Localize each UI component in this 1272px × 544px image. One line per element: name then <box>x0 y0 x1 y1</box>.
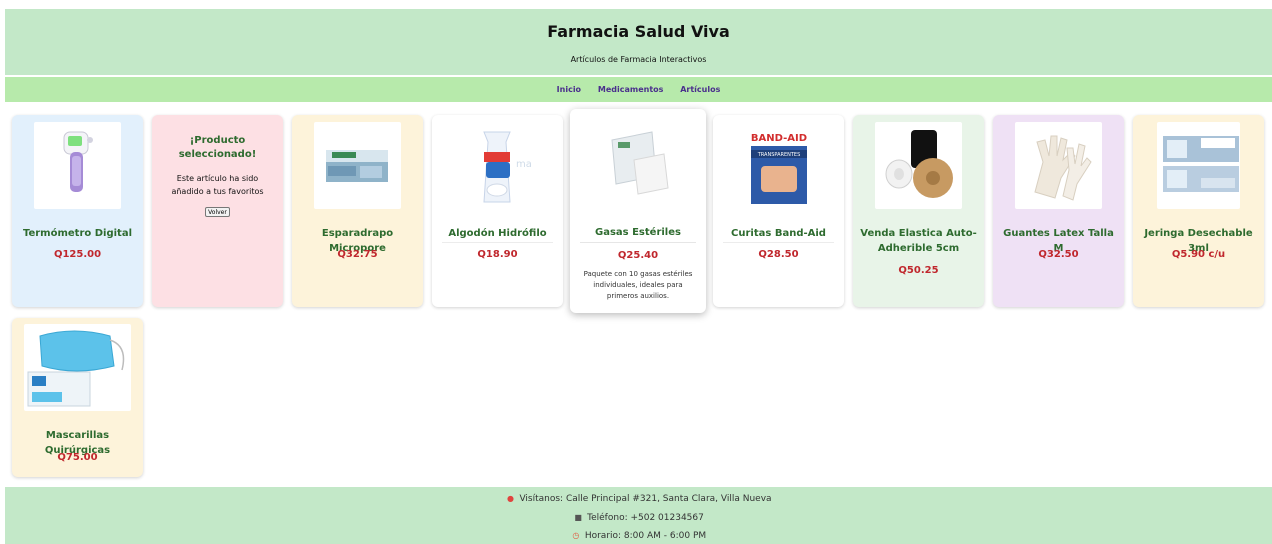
brand-text: BAND-AID <box>751 133 807 144</box>
selected-message-body: Este artículo ha sido añadido a tus favo… <box>171 174 264 196</box>
svg-text:ma: ma <box>516 159 532 170</box>
site-subtitle: Artículos de Farmacia Interactivos <box>570 55 707 64</box>
gauze-image <box>594 118 681 205</box>
phone-icon: ■ <box>574 513 582 522</box>
site-title: Farmacia Salud Viva <box>547 22 730 41</box>
selected-message-title: ¡Producto seleccionado! <box>178 135 257 160</box>
product-price: Q75.00 <box>57 452 98 463</box>
brand-sub-text: TRANSPARENTES <box>757 152 801 158</box>
surgical-masks-image <box>24 324 131 411</box>
product-price: Q32.50 <box>1038 249 1079 260</box>
pin-icon: ● <box>506 494 514 503</box>
footer-hours: ◷ Horario: 8:00 AM - 6:00 PM <box>5 530 1272 542</box>
footer-address: ● Visítanos: Calle Principal #321, Santa … <box>5 493 1272 505</box>
product-price: Q32.75 <box>337 249 378 260</box>
product-card[interactable]: Guantes Latex Talla M Q32.50 <box>993 115 1124 307</box>
footer-address-text: Visítanos: Calle Principal #321, Santa C… <box>519 494 772 504</box>
clock-icon: ◷ <box>572 531 580 540</box>
product-description: Paquete con 10 gasas estériles individua… <box>583 270 693 300</box>
bandaid-box-image: BAND-AID TRANSPARENTES <box>735 122 822 209</box>
footer-phone: ■ Teléfono: +502 01234567 <box>5 512 1272 524</box>
product-name: Algodón Hidrófilo <box>448 228 547 239</box>
product-card[interactable]: Esparadrapo Micropore Q32.75 <box>292 115 423 307</box>
site-header: Farmacia Salud Viva Artículos de Farmaci… <box>5 9 1272 75</box>
nav-item-articulos[interactable]: Artículos <box>680 77 720 102</box>
main-nav: Inicio Medicamentos Artículos <box>5 77 1272 102</box>
product-price: Q125.00 <box>53 249 102 260</box>
site-footer: ● Visítanos: Calle Principal #321, Santa … <box>5 487 1272 544</box>
elastic-bandage-image <box>875 122 962 209</box>
divider <box>723 242 834 243</box>
product-price: Q28.50 <box>758 249 799 260</box>
product-card[interactable]: ma Algodón Hidrófilo Q18.90 <box>432 115 563 307</box>
product-card[interactable]: BAND-AID TRANSPARENTES Curitas Band-Aid … <box>713 115 844 307</box>
footer-phone-text: Teléfono: +502 01234567 <box>587 513 704 523</box>
divider <box>580 242 696 243</box>
product-name: Curitas Band-Aid <box>731 228 826 239</box>
product-card[interactable]: Termómetro Digital Q125.00 <box>12 115 143 307</box>
product-price: Q50.25 <box>898 265 939 276</box>
nav-item-medicamentos[interactable]: Medicamentos <box>598 77 664 102</box>
expanded-product-card[interactable]: Gasas Estériles Q25.40 Paquete con 10 ga… <box>570 109 706 313</box>
product-name: Venda Elastica Auto-Adherible 5cm <box>860 228 977 254</box>
product-price: Q18.90 <box>477 249 518 260</box>
selected-product-card[interactable]: ¡Producto seleccionado! Este artículo ha… <box>152 115 283 307</box>
thermometer-image <box>34 122 121 209</box>
divider <box>442 242 553 243</box>
cotton-bag-image: ma <box>454 122 541 209</box>
footer-hours-text: Horario: 8:00 AM - 6:00 PM <box>584 531 707 541</box>
back-button[interactable]: Volver <box>205 207 230 217</box>
product-card[interactable]: Jeringa Desechable 3ml Q5.90 c/u <box>1133 115 1264 307</box>
product-name: Termómetro Digital <box>22 228 133 239</box>
tape-box-image <box>314 122 401 209</box>
product-card[interactable]: Mascarillas Quirúrgicas Q75.00 <box>12 318 143 477</box>
latex-gloves-image <box>1015 122 1102 209</box>
product-name: Gasas Estériles <box>595 227 681 238</box>
product-price: Q25.40 <box>617 250 659 261</box>
product-price: Q5.90 c/u <box>1171 249 1226 260</box>
syringe-box-image <box>1157 122 1240 209</box>
product-card[interactable]: Venda Elastica Auto-Adherible 5cm Q50.25 <box>853 115 984 307</box>
nav-item-inicio[interactable]: Inicio <box>557 77 581 102</box>
